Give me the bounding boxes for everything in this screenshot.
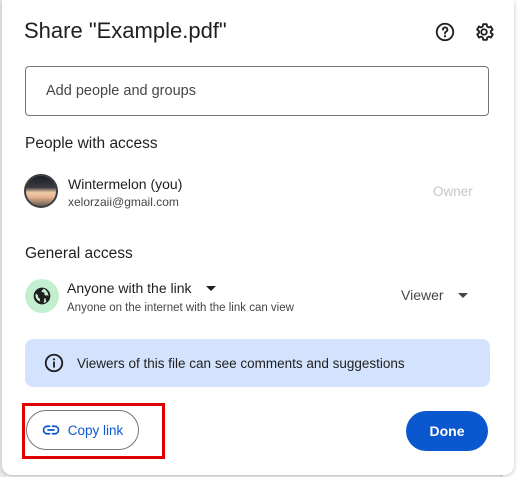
caret-down-icon <box>205 285 216 291</box>
avatar <box>24 174 58 208</box>
general-access-dropdown[interactable]: Anyone with the link <box>67 280 216 296</box>
dialog-title: Share "Example.pdf" <box>24 18 227 43</box>
add-people-placeholder: Add people and groups <box>46 83 196 99</box>
user-name: Wintermelon (you) <box>68 176 183 192</box>
add-people-input[interactable]: Add people and groups <box>25 66 489 116</box>
role-dropdown[interactable]: Viewer <box>401 287 468 303</box>
caret-down-icon <box>457 292 468 298</box>
general-access-mode: Anyone with the link <box>67 280 192 296</box>
general-access-description: Anyone on the internet with the link can… <box>67 302 294 314</box>
info-icon <box>44 353 64 373</box>
info-banner-text: Viewers of this file can see comments an… <box>77 355 405 371</box>
user-email: xelorzaii@gmail.com <box>68 195 179 209</box>
link-icon <box>42 425 60 435</box>
done-label: Done <box>429 423 465 439</box>
general-access-heading: General access <box>25 245 133 262</box>
globe-icon <box>33 287 51 305</box>
info-banner: Viewers of this file can see comments an… <box>25 339 490 387</box>
people-with-access-heading: People with access <box>25 135 158 152</box>
copy-link-label: Copy link <box>67 422 124 438</box>
owner-role-label: Owner <box>433 184 473 199</box>
gear-icon[interactable] <box>473 21 495 43</box>
done-button[interactable]: Done <box>406 411 488 451</box>
role-value: Viewer <box>401 287 444 303</box>
globe-icon-container <box>25 279 59 313</box>
share-dialog: Share "Example.pdf" Add people and group… <box>2 0 514 475</box>
help-circle-icon[interactable] <box>434 21 456 43</box>
copy-link-button[interactable]: Copy link <box>26 410 139 450</box>
